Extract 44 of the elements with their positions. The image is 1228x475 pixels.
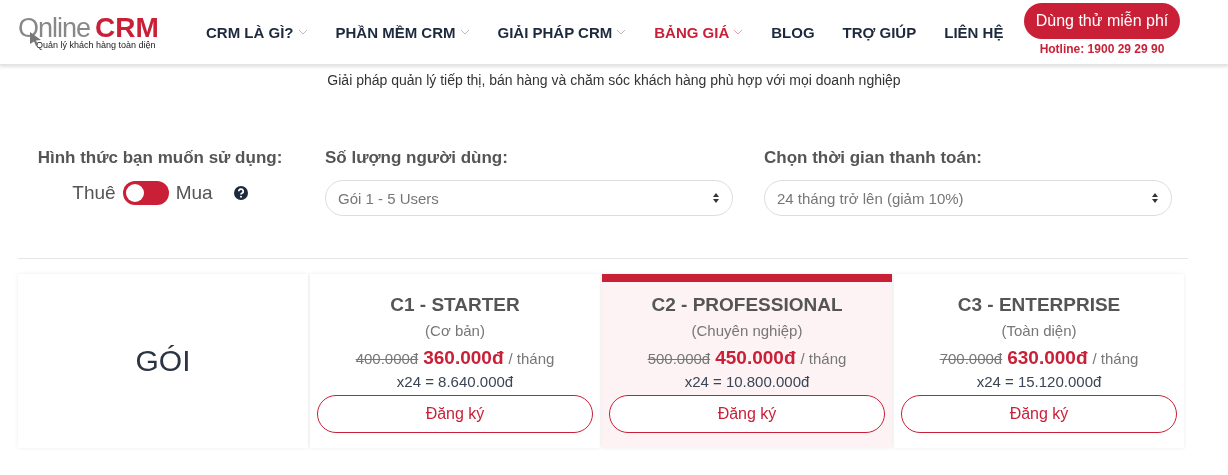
plan-subtitle: (Chuyên nghiệp) — [691, 322, 803, 339]
free-trial-button[interactable]: Dùng thử miễn phí — [1024, 3, 1180, 39]
plan-price: 630.000đ — [1007, 347, 1088, 369]
plan-price: 360.000đ — [423, 347, 504, 369]
sort-arrows-icon — [1151, 192, 1159, 204]
plan-total: x24 = 15.120.000đ — [976, 373, 1102, 390]
plan-total: x24 = 8.640.000đ — [396, 373, 514, 390]
register-button[interactable]: Đăng ký — [609, 395, 885, 433]
register-button[interactable]: Đăng ký — [901, 395, 1177, 433]
nav-link[interactable]: GIẢI PHÁP CRM — [497, 23, 627, 41]
toggle-switch[interactable] — [122, 181, 169, 205]
nav-link[interactable]: PHẦN MỀM CRM — [335, 23, 470, 41]
hotline-text: Hotline: 1900 29 29 90 — [1039, 42, 1165, 56]
page-subtitle: Giải pháp quản lý tiếp thị, bán hàng và chăm sóc khách hàng phù hợp với mọi doanh nghiệp — [326, 72, 902, 88]
plan-name: C3 - ENTERPRISE — [957, 294, 1121, 316]
filter-label: Số lượng người dùng: — [325, 148, 509, 168]
plan-price: 450.000đ — [715, 347, 796, 369]
logo-wordmark[interactable]: Online — [18, 14, 91, 42]
logo-brand[interactable]: CRM — [95, 14, 159, 42]
price-unit: / tháng — [508, 350, 555, 367]
nav-link[interactable]: LIÊN HỆ — [944, 23, 1004, 41]
nav-link[interactable]: CRM LÀ GÌ? — [206, 23, 308, 41]
help-icon — [233, 186, 248, 200]
filter-label: Chọn thời gian thanh toán: — [764, 148, 983, 168]
price-unit: / tháng — [1092, 350, 1139, 367]
plan-heading: GÓI — [18, 274, 308, 448]
plan-name: C2 - PROFESSIONAL — [651, 294, 843, 316]
old-price: 500.000đ — [647, 350, 711, 367]
filter-label: Hình thức bạn muốn sử dụng: — [37, 148, 283, 168]
plan-subtitle: (Toàn diện) — [1001, 322, 1077, 339]
toggle-label: Thuê — [72, 182, 116, 204]
nav-link[interactable]: BLOG — [771, 23, 815, 41]
sort-arrows-icon — [712, 192, 720, 204]
old-price: 700.000đ — [939, 350, 1003, 367]
nav-link[interactable]: TRỢ GIÚP — [842, 23, 917, 41]
plan-name: C1 - STARTER — [390, 294, 520, 316]
logo-tagline: Quản lý khách hàng toàn diện — [36, 40, 157, 50]
old-price: 400.000đ — [355, 350, 419, 367]
register-button[interactable]: Đăng ký — [317, 395, 593, 433]
nav-link[interactable]: BẢNG GIÁ — [654, 23, 744, 41]
plan-total: x24 = 10.800.000đ — [684, 373, 810, 390]
plan-subtitle: (Cơ bản) — [425, 322, 485, 339]
price-unit: / tháng — [800, 350, 847, 367]
toggle-label: Mua — [175, 182, 213, 204]
